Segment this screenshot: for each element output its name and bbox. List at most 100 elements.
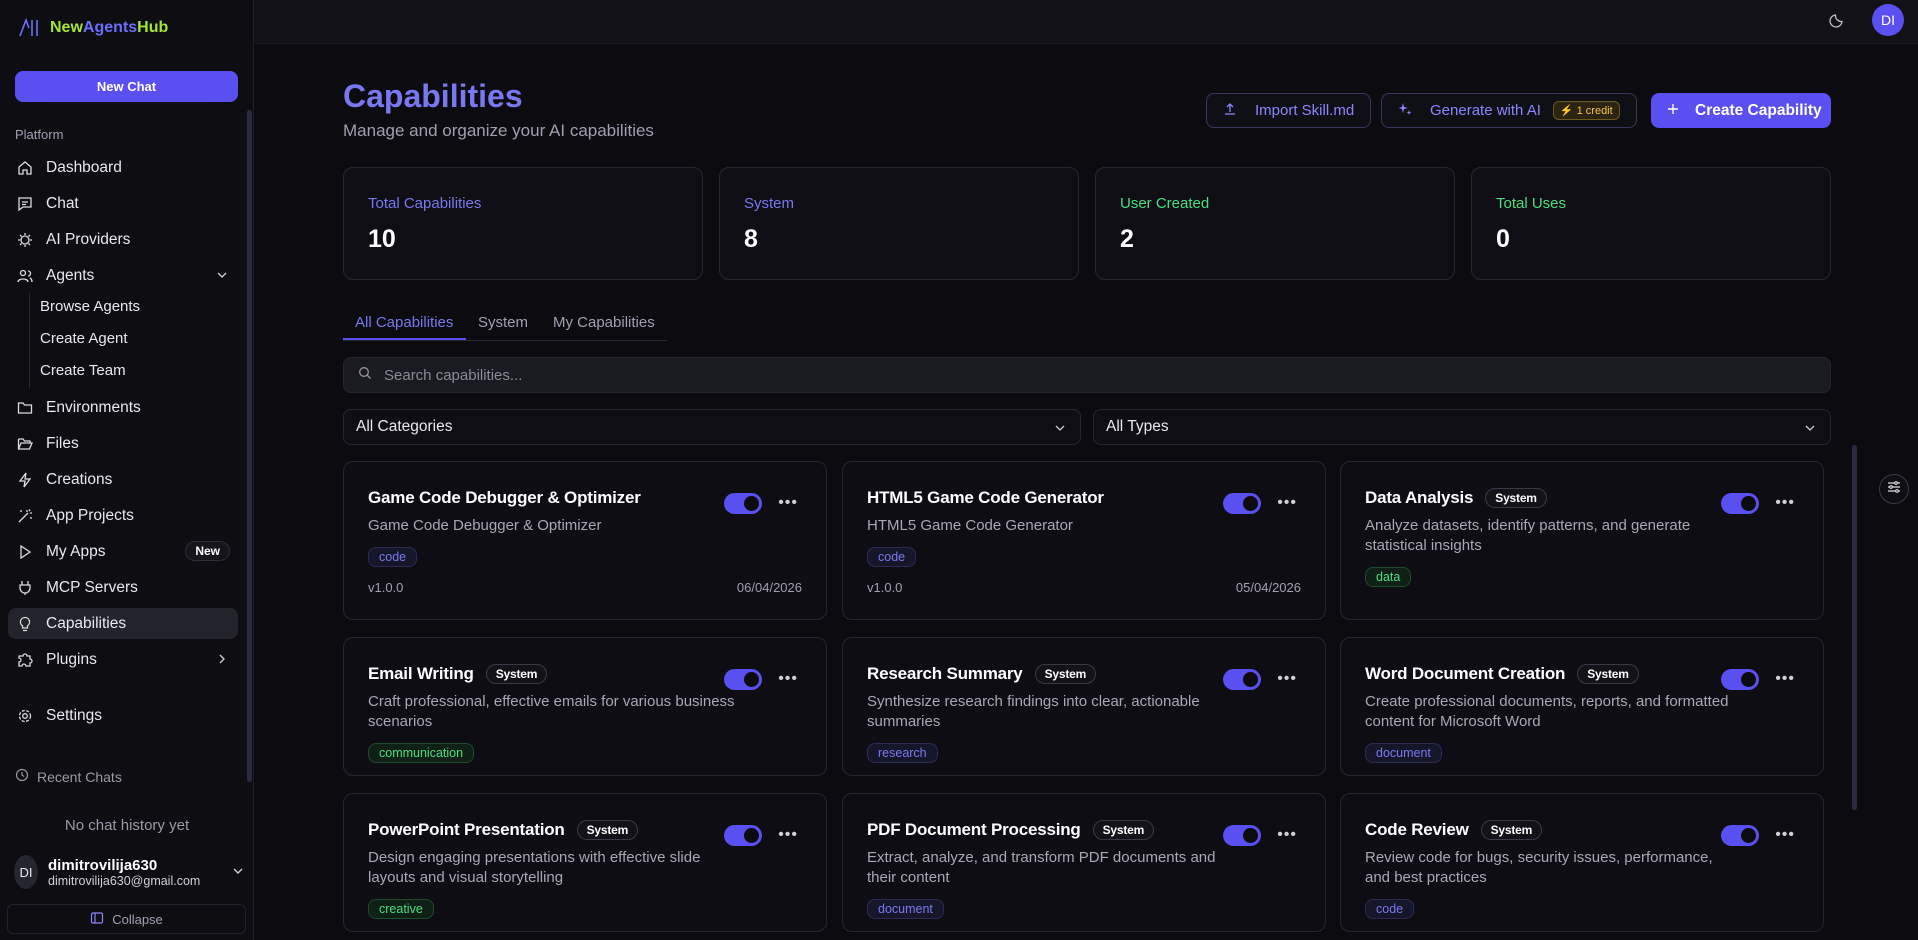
sidebar-item-creations[interactable]: Creations — [8, 464, 238, 495]
generate-ai-button[interactable]: Generate with AI ⚡ 1 credit — [1381, 93, 1637, 128]
card-title-text: HTML5 Game Code Generator — [867, 488, 1104, 507]
tab-my-capabilities[interactable]: My Capabilities — [553, 314, 655, 331]
category-select[interactable]: All Categories — [343, 409, 1081, 445]
tab-system[interactable]: System — [478, 314, 528, 331]
enable-toggle[interactable] — [724, 669, 762, 690]
more-options-icon[interactable]: ••• — [1277, 670, 1297, 688]
more-options-icon[interactable]: ••• — [1775, 826, 1795, 844]
sidebar-item-mcp-servers[interactable]: MCP Servers — [8, 572, 238, 603]
tab-all-capabilities[interactable]: All Capabilities — [355, 314, 453, 331]
puzzle-icon — [16, 651, 34, 669]
card-title: Word Document Creation System — [1365, 664, 1639, 684]
card-date: 05/04/2026 — [1235, 580, 1301, 595]
capability-card[interactable]: Research Summary System Synthesize resear… — [842, 637, 1326, 776]
sidebar-item-label: Environments — [46, 398, 141, 416]
enable-toggle[interactable] — [1223, 825, 1261, 846]
new-chat-button[interactable]: New Chat — [15, 71, 238, 102]
card-title: Data Analysis System — [1365, 488, 1547, 508]
page-subtitle: Manage and organize your AI capabilities — [343, 121, 654, 140]
chevron-down-icon[interactable] — [216, 268, 228, 286]
search-input[interactable] — [384, 366, 1784, 384]
user-menu[interactable]: DI dimitrovilija630 dimitrovilija630@gma… — [14, 855, 244, 889]
enable-toggle[interactable] — [724, 493, 762, 514]
import-skill-button[interactable]: Import Skill.md — [1206, 93, 1372, 128]
avatar: DI — [14, 855, 38, 889]
moon-icon[interactable] — [1829, 10, 1847, 32]
enable-toggle[interactable] — [1721, 493, 1759, 514]
enable-toggle[interactable] — [1223, 669, 1261, 690]
sidebar-scrollbar[interactable] — [247, 110, 252, 782]
enable-toggle[interactable] — [1721, 669, 1759, 690]
more-options-icon[interactable]: ••• — [1775, 494, 1795, 512]
sidebar-item-settings[interactable]: Settings — [8, 700, 238, 731]
capability-card[interactable]: Code Review System Review code for bugs, … — [1340, 793, 1824, 932]
card-title-text: Word Document Creation — [1365, 664, 1566, 683]
main-scrollbar[interactable] — [1852, 445, 1857, 810]
upload-icon — [1223, 102, 1237, 120]
sidebar-item-files[interactable]: Files — [8, 428, 238, 459]
users-icon — [16, 267, 34, 285]
capability-card[interactable]: PDF Document Processing System Extract, a… — [842, 793, 1326, 932]
sidebar-item-label: Agents — [46, 266, 95, 284]
sidebar-subitem-create-agent[interactable]: Create Agent — [40, 330, 128, 347]
sidebar-item-capabilities[interactable]: Capabilities — [8, 608, 238, 639]
card-title-text: Data Analysis — [1365, 488, 1474, 507]
stat-value: 10 — [368, 225, 396, 253]
more-options-icon[interactable]: ••• — [778, 826, 798, 844]
stat-label: System — [744, 195, 795, 212]
card-title: HTML5 Game Code Generator — [867, 488, 1104, 508]
sidebar-item-chat[interactable]: Chat — [8, 188, 238, 219]
sidebar-subitem-browse-agents[interactable]: Browse Agents — [40, 298, 140, 315]
more-options-icon[interactable]: ••• — [1277, 826, 1297, 844]
sidebar-subitem-create-team[interactable]: Create Team — [40, 362, 126, 379]
create-capability-label: Create Capability — [1695, 101, 1822, 119]
avatar[interactable]: DI — [1872, 4, 1904, 36]
more-options-icon[interactable]: ••• — [1775, 670, 1795, 688]
collapse-button[interactable]: Collapse — [7, 904, 246, 934]
user-name: dimitrovilija630 — [48, 856, 158, 874]
card-date: 06/04/2026 — [736, 580, 802, 595]
more-options-icon[interactable]: ••• — [778, 494, 798, 512]
stat-value: 8 — [744, 225, 758, 253]
folder-open-icon — [16, 435, 34, 453]
system-badge: System — [1480, 820, 1543, 840]
sidebar-item-ai-providers[interactable]: AI Providers — [8, 224, 238, 255]
brand-logo[interactable]: NewAgentsHub — [18, 18, 168, 38]
more-options-icon[interactable]: ••• — [778, 670, 798, 688]
capability-card[interactable]: Word Document Creation System Create prof… — [1340, 637, 1824, 776]
stat-label: Total Capabilities — [368, 195, 482, 212]
create-capability-button[interactable]: Create Capability — [1651, 93, 1831, 128]
capability-card[interactable]: HTML5 Game Code Generator HTML5 Game Cod… — [842, 461, 1326, 620]
system-badge: System — [1034, 664, 1097, 684]
sidebar-item-my-apps[interactable]: My Apps New — [8, 536, 238, 567]
capability-card[interactable]: Game Code Debugger & Optimizer Game Code… — [343, 461, 827, 620]
stat-value: 0 — [1496, 225, 1510, 253]
enable-toggle[interactable] — [1721, 825, 1759, 846]
chevron-down-icon[interactable] — [232, 864, 244, 881]
bulb-icon — [16, 615, 34, 633]
sidebar-item-dashboard[interactable]: Dashboard — [8, 152, 238, 183]
system-badge: System — [1577, 664, 1639, 684]
enable-toggle[interactable] — [1223, 493, 1261, 514]
capability-card[interactable]: Email Writing System Craft professional, … — [343, 637, 827, 776]
sidebar-item-app-projects[interactable]: App Projects — [8, 500, 238, 531]
stat-label: Total Uses — [1496, 195, 1567, 212]
filter-panel-button[interactable] — [1879, 474, 1909, 504]
search-bar — [343, 357, 1831, 393]
capability-card[interactable]: PowerPoint Presentation System Design eng… — [343, 793, 827, 932]
chevron-right-icon[interactable] — [216, 652, 228, 670]
category-tag: code — [1365, 899, 1415, 919]
enable-toggle[interactable] — [724, 825, 762, 846]
clock-icon — [15, 768, 29, 785]
sidebar-item-label: Dashboard — [46, 158, 122, 176]
capability-card[interactable]: Data Analysis System Analyze datasets, id… — [1340, 461, 1824, 620]
type-select[interactable]: All Types — [1093, 409, 1831, 445]
chevron-down-icon — [1054, 421, 1066, 439]
logo-icon — [19, 18, 38, 37]
sidebar-item-environments[interactable]: Environments — [8, 392, 238, 423]
sidebar-item-agents[interactable]: Agents — [8, 260, 238, 291]
sidebar-item-plugins[interactable]: Plugins — [8, 644, 238, 675]
sliders-icon — [1887, 480, 1901, 498]
more-options-icon[interactable]: ••• — [1277, 494, 1297, 512]
card-title-text: Research Summary — [867, 664, 1023, 683]
